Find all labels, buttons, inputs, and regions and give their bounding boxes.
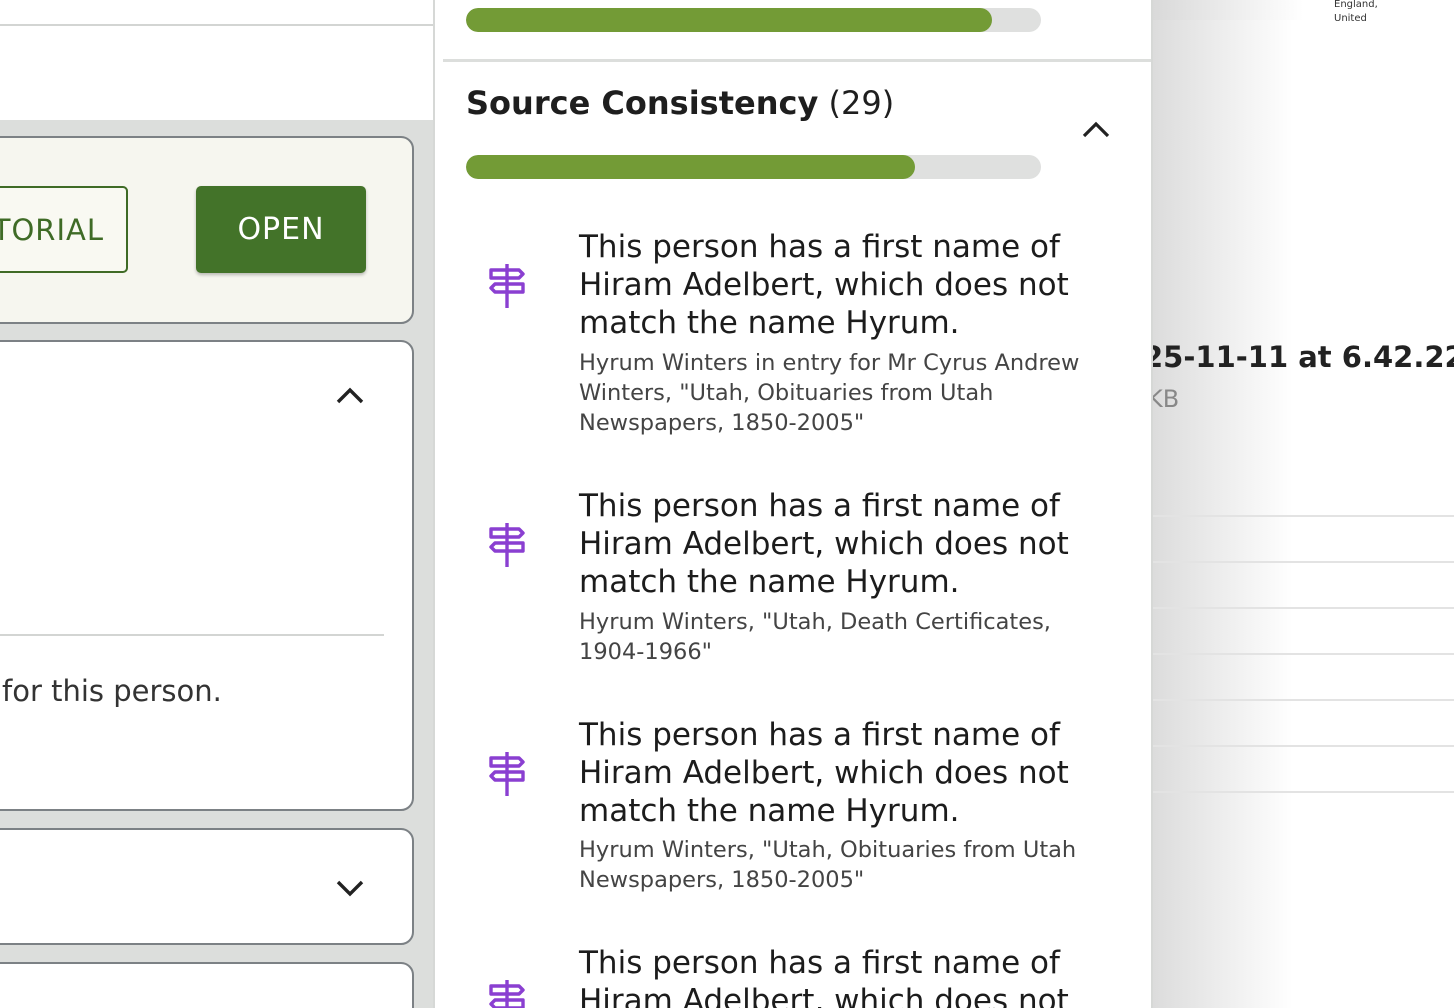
tutorial-button-label: TORIAL <box>0 212 104 247</box>
issue-message: This person has a first name of Hiram Ad… <box>579 488 1069 600</box>
left-pane: TORIAL OPEN for this person. <box>0 0 433 1008</box>
right-pane: England, United 25-11-11 at 6.42.22 AM K… <box>1153 0 1454 1008</box>
notes-text: for this person. <box>2 674 222 708</box>
issue-message: This person has a first name of Hiram Ad… <box>579 945 1069 1008</box>
header-divider <box>0 24 433 26</box>
progress-fill <box>466 155 915 179</box>
tutorial-button[interactable]: TORIAL <box>0 186 128 273</box>
signpost-icon <box>487 519 527 571</box>
panel-shadow <box>1153 0 1293 1008</box>
section-title-label: Source Consistency <box>466 84 819 122</box>
place-line: United <box>1334 13 1367 24</box>
previous-section-progress-bar <box>466 8 1041 32</box>
chevron-up-icon[interactable] <box>336 386 364 406</box>
tutorial-card: TORIAL OPEN <box>0 136 414 324</box>
row-divider <box>1153 561 1454 563</box>
signpost-icon <box>487 976 527 1008</box>
row-divider <box>1153 653 1454 655</box>
progress-fill <box>466 8 993 32</box>
source-citation[interactable]: Hyrum Winters, "Utah, Obituaries from Ut… <box>579 835 1109 895</box>
row-divider <box>1153 791 1454 793</box>
research-help-panel: Source Consistency (29) This person has … <box>433 0 1153 1008</box>
open-button[interactable]: OPEN <box>196 186 366 273</box>
collapse-chevron-icon[interactable] <box>1081 118 1111 144</box>
place-text: England, United <box>1334 0 1378 26</box>
section-separator <box>443 59 1151 62</box>
row-divider <box>1153 745 1454 747</box>
section-title[interactable]: Source Consistency (29) <box>466 84 894 122</box>
row-divider <box>1153 515 1454 517</box>
source-consistency-progress-bar <box>466 155 1041 179</box>
issue-message: This person has a first name of Hiram Ad… <box>579 717 1069 829</box>
signpost-icon <box>487 748 527 800</box>
bottom-card <box>0 962 414 1008</box>
card-divider <box>0 634 384 636</box>
signpost-icon <box>487 260 527 312</box>
chevron-down-icon[interactable] <box>336 878 364 898</box>
issue-message: This person has a first name of Hiram Ad… <box>579 229 1069 341</box>
source-citation[interactable]: Hyrum Winters, "Utah, Death Certificates… <box>579 607 1109 667</box>
row-divider <box>1153 699 1454 701</box>
place-line: England, <box>1334 0 1378 10</box>
file-size: KB <box>1153 385 1180 413</box>
top-strip <box>1153 0 1454 20</box>
row-divider <box>1153 607 1454 609</box>
notes-card: for this person. <box>0 340 414 811</box>
section-count: (29) <box>828 84 895 122</box>
file-timestamp: 25-11-11 at 6.42.22 AM <box>1153 340 1454 374</box>
left-header-area <box>0 0 433 120</box>
collapsed-card <box>0 828 414 945</box>
source-citation[interactable]: Hyrum Winters in entry for Mr Cyrus Andr… <box>579 348 1109 438</box>
open-button-label: OPEN <box>237 212 325 247</box>
